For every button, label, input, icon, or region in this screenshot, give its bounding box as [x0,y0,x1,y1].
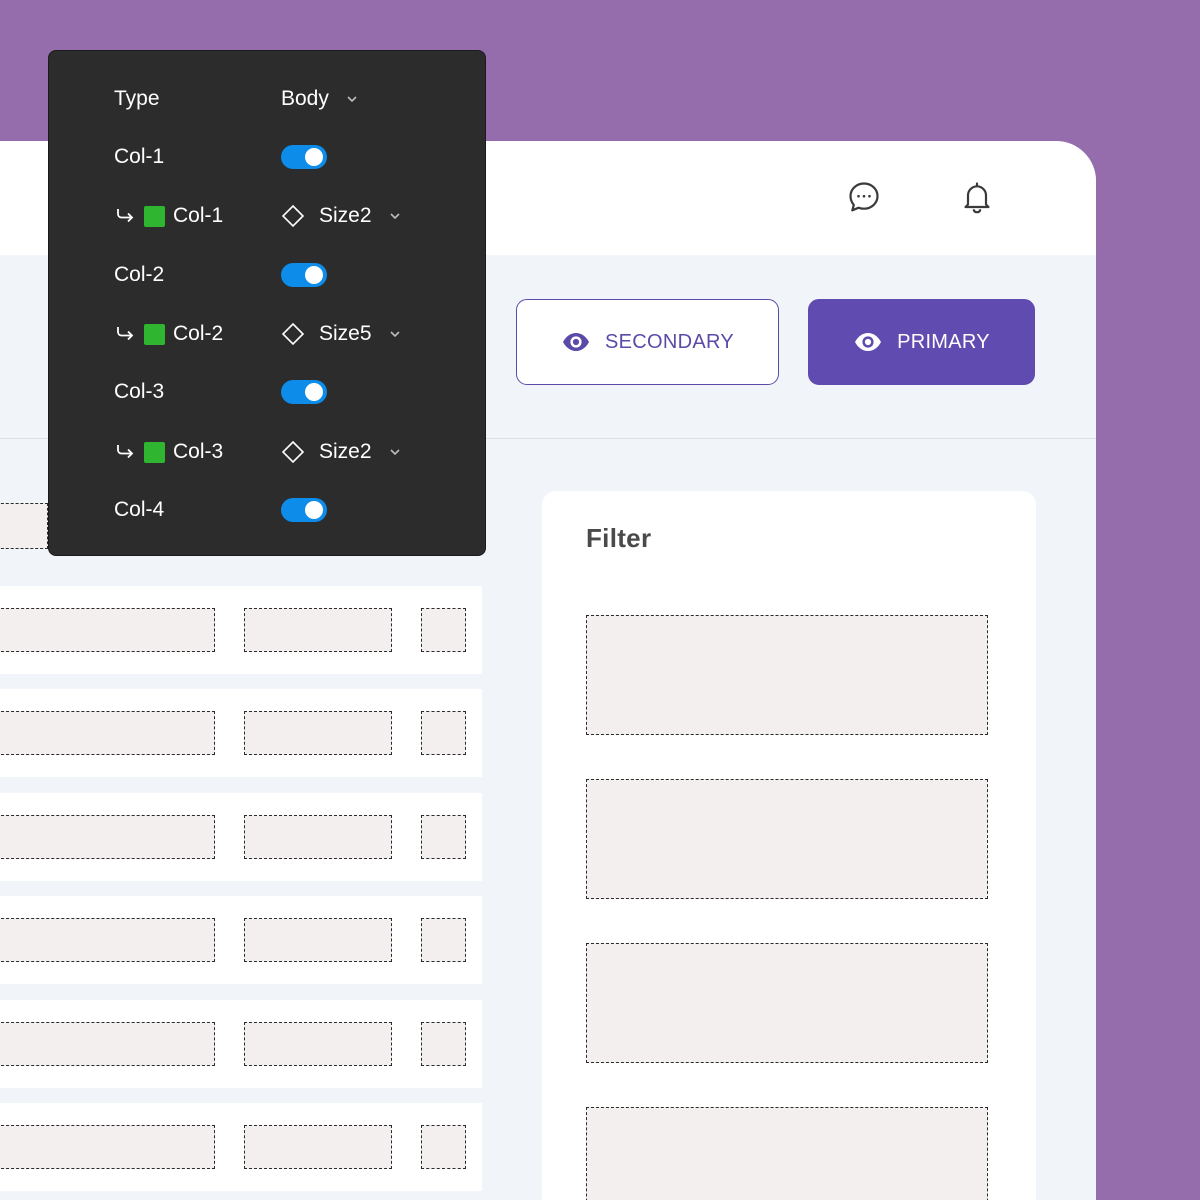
col-1-toggle[interactable] [281,145,327,169]
nested-arrow-icon [117,327,134,341]
col-1-size-dropdown[interactable]: Size2 [281,204,402,228]
property-row-col-3: Col-3 [49,372,485,412]
bell-icon[interactable] [959,179,995,215]
nested-property-label: Col-3 [114,440,223,464]
eye-icon [561,327,591,357]
cell-placeholder [421,711,466,755]
component-swatch [144,441,165,463]
cell-placeholder [421,918,466,962]
diamond-icon [281,204,305,228]
type-value: Body [281,87,329,110]
property-label: Type [114,87,160,110]
property-row-col-2: Col-2 [49,255,485,295]
cell-placeholder [421,1022,466,1066]
property-row-col-1: Col-1 [49,137,485,177]
cell-placeholder [0,608,215,652]
eye-icon [853,327,883,357]
table-row[interactable] [0,1103,482,1191]
property-row-type: Type Body [49,79,485,119]
primary-button[interactable]: PRIMARY [808,299,1035,385]
cell-placeholder [0,918,215,962]
cell-placeholder [0,1022,215,1066]
filter-panel: Filter [542,491,1036,1200]
table-header-placeholder [0,503,48,549]
property-row-col-3-size: Col-3 Size2 [49,432,485,472]
cell-placeholder [244,1125,392,1169]
cell-placeholder [421,1125,466,1169]
chevron-down-icon [389,331,400,338]
cell-placeholder [0,815,215,859]
chevron-down-icon [389,449,400,456]
nested-arrow-icon [117,209,134,223]
property-label: Col-1 [114,145,165,168]
col-2-size-dropdown[interactable]: Size5 [281,322,402,346]
secondary-button[interactable]: SECONDARY [516,299,779,385]
properties-panel: Type Body Col-1 Col-1 Size2 Col-2 Col-2 [48,50,486,556]
table-row[interactable] [0,1000,482,1088]
cell-placeholder [244,711,392,755]
cell-placeholder [244,815,392,859]
cell-placeholder [421,815,466,859]
nested-property-label: Col-1 [114,204,223,228]
property-label: Col-4 [114,498,165,521]
filter-placeholder[interactable] [586,615,988,735]
filter-placeholder[interactable] [586,779,988,899]
chevron-down-icon [389,213,400,220]
filter-placeholder[interactable] [586,943,988,1063]
table-row[interactable] [0,689,482,777]
table-row[interactable] [0,896,482,984]
component-swatch [144,205,165,227]
col-3-size-dropdown[interactable]: Size2 [281,440,402,464]
primary-button-label: PRIMARY [897,330,990,353]
diamond-icon [281,440,305,464]
cell-placeholder [244,608,392,652]
filter-placeholder[interactable] [586,1107,988,1200]
cell-placeholder [421,608,466,652]
chat-icon[interactable] [846,179,882,215]
property-row-col-4: Col-4 [49,490,485,530]
col-4-toggle[interactable] [281,498,327,522]
property-label: Col-2 [114,263,165,286]
filter-title: Filter [586,523,652,553]
type-dropdown[interactable]: Body [281,87,359,111]
property-label: Col-3 [114,380,165,403]
table-row[interactable] [0,586,482,674]
cell-placeholder [244,1022,392,1066]
secondary-button-label: SECONDARY [604,330,735,353]
nested-property-label: Col-2 [114,322,223,346]
property-row-col-2-size: Col-2 Size5 [49,314,485,354]
col-3-toggle[interactable] [281,380,327,404]
property-row-col-1-size: Col-1 Size2 [49,196,485,236]
cell-placeholder [0,1125,215,1169]
chevron-down-icon [347,96,357,103]
component-swatch [144,323,165,345]
diamond-icon [281,322,305,346]
cell-placeholder [0,711,215,755]
table-row[interactable] [0,793,482,881]
cell-placeholder [244,918,392,962]
col-2-toggle[interactable] [281,263,327,287]
nested-arrow-icon [117,445,134,459]
